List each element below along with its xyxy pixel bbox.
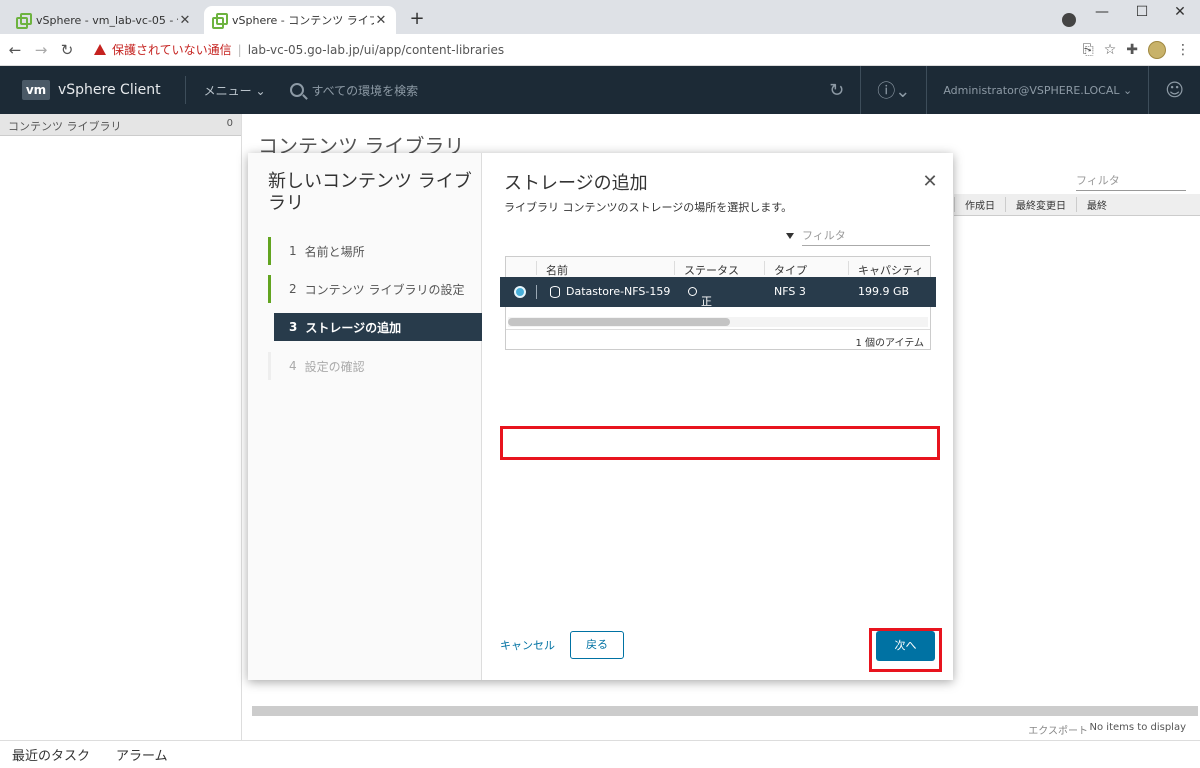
translate-icon[interactable]: ⎘ — [1083, 42, 1094, 58]
warning-icon — [94, 44, 106, 55]
browser-tab-content-libraries[interactable]: vSphere - コンテンツ ライブラリ ✕ — [204, 6, 396, 34]
column-header-status[interactable]: ステータス — [684, 262, 739, 278]
profile-download-icon[interactable] — [1062, 13, 1076, 27]
column-separator — [536, 261, 537, 275]
datastore-icon — [550, 286, 560, 298]
step-label: 名前と場所 — [304, 244, 365, 259]
menu-dropdown[interactable]: メニュー ⌄ — [204, 82, 266, 99]
step-number: 2 — [289, 282, 297, 296]
header-actions: ↻ ⓘ⌄ Administrator@VSPHERE.LOCAL ⌄ ☺ — [813, 66, 1200, 114]
refresh-icon[interactable]: ↻ — [813, 66, 860, 114]
status-ok-icon — [688, 287, 697, 296]
step-number: 4 — [289, 359, 297, 373]
next-button-highlight — [869, 628, 942, 672]
step-label: ストレージの追加 — [305, 320, 402, 335]
browser-tab-bar: vSphere - vm_lab-vc-05 - 仮想マ ✕ vSphere -… — [0, 0, 1200, 34]
search-placeholder: すべての環境を検索 — [311, 83, 419, 98]
url-divider: | — [237, 42, 242, 57]
column-separator — [848, 261, 849, 275]
column-separator — [674, 261, 675, 275]
browser-tab-title: vSphere - vm_lab-vc-05 - 仮想マ — [36, 14, 178, 27]
table-row[interactable]: Datastore-NFS-159 正常 NFS 3 199.9 GB — [500, 277, 936, 324]
vsphere-header: vm vSphere Client メニュー ⌄ すべての環境を検索 ↻ ⓘ⌄ … — [0, 66, 1200, 114]
search-icon — [289, 83, 304, 97]
filter-input[interactable]: フィルタ — [802, 227, 930, 246]
cancel-button[interactable]: キャンセル — [500, 637, 555, 653]
chevron-down-icon: ⌄ — [255, 83, 266, 98]
wizard-content: ストレージの追加 ライブラリ コンテンツのストレージの場所を選択します。 ✕ フ… — [482, 153, 953, 680]
datastore-status: 正常 — [688, 285, 712, 324]
selected-row-highlight — [500, 426, 940, 460]
datastore-filter[interactable]: フィルタ — [786, 227, 930, 246]
minimize-icon[interactable]: — — [1092, 4, 1112, 20]
filter-icon — [786, 233, 794, 239]
back-arrow-icon[interactable]: ← — [4, 41, 26, 59]
datastore-grid-header: 名前 ステータス タイプ キャパシティ — [506, 257, 930, 279]
close-icon[interactable]: ✕ — [921, 173, 939, 191]
maximize-icon[interactable]: ☐ — [1132, 4, 1152, 20]
user-menu[interactable]: Administrator@VSPHERE.LOCAL ⌄ — [926, 66, 1148, 114]
close-tab-icon[interactable]: ✕ — [374, 13, 388, 28]
datastore-name: Datastore-NFS-159 — [566, 285, 671, 298]
column-header-name[interactable]: 名前 — [546, 262, 568, 278]
vsphere-favicon-icon — [16, 13, 32, 29]
wizard-step-library-settings[interactable]: 2 コンテンツ ライブラリの設定 — [268, 275, 482, 303]
step-number: 3 — [289, 320, 298, 334]
address-bar-actions: ⎘ ☆ ✚ ⋮ — [1083, 34, 1190, 66]
app-title[interactable]: vSphere Client — [58, 82, 161, 98]
not-secure-label: 保護されていない通信 — [112, 43, 232, 57]
step-number: 1 — [289, 244, 297, 258]
new-content-library-wizard: 新しいコンテンツ ライブラリ 1 名前と場所 2 コンテンツ ライブラリの設定 … — [248, 153, 953, 680]
user-name: Administrator@VSPHERE.LOCAL — [943, 83, 1120, 97]
bookmark-star-icon[interactable]: ☆ — [1104, 42, 1117, 58]
reload-icon[interactable]: ↻ — [56, 41, 78, 59]
back-button[interactable]: 戻る — [570, 631, 624, 659]
avatar[interactable] — [1148, 41, 1166, 59]
extensions-icon[interactable]: ✚ — [1126, 42, 1138, 58]
not-secure-warning[interactable]: 保護されていない通信 — [94, 41, 232, 58]
vsphere-favicon-icon — [212, 13, 228, 29]
datastore-capacity: 199.9 GB — [858, 285, 910, 298]
global-search[interactable]: すべての環境を検索 — [289, 82, 419, 99]
help-icon[interactable]: ⓘ⌄ — [860, 66, 926, 114]
wizard-heading: ストレージの追加 — [504, 173, 648, 194]
column-header-type[interactable]: タイプ — [774, 262, 807, 278]
step-label: 設定の確認 — [304, 359, 365, 374]
wizard-subtitle: ライブラリ コンテンツのストレージの場所を選択します。 — [504, 201, 793, 214]
smiley-feedback-icon[interactable]: ☺ — [1148, 66, 1200, 114]
datastore-type: NFS 3 — [774, 285, 806, 298]
wizard-title: 新しいコンテンツ ライブラリ — [268, 171, 472, 214]
column-separator — [764, 261, 765, 275]
row-select-radio[interactable] — [514, 286, 526, 298]
column-header-capacity[interactable]: キャパシティ — [858, 262, 923, 278]
close-window-icon[interactable]: ✕ — [1170, 4, 1190, 20]
wizard-step-name-location[interactable]: 1 名前と場所 — [268, 237, 482, 265]
browser-tab-vm[interactable]: vSphere - vm_lab-vc-05 - 仮想マ ✕ — [8, 6, 200, 34]
new-tab-icon[interactable]: + — [408, 10, 426, 28]
wizard-steps-panel: 新しいコンテンツ ライブラリ 1 名前と場所 2 コンテンツ ライブラリの設定 … — [248, 153, 482, 680]
header-divider — [184, 76, 186, 104]
grid-horizontal-scrollbar[interactable] — [508, 317, 928, 327]
menu-label: メニュー — [203, 83, 252, 98]
forward-arrow-icon[interactable]: → — [30, 41, 52, 59]
address-bar: ← → ↻ 保護されていない通信 | lab-vc-05.go-lab.jp/u… — [0, 34, 1200, 66]
scrollbar-thumb[interactable] — [508, 318, 730, 326]
url-field[interactable]: lab-vc-05.go-lab.jp/ui/app/content-libra… — [248, 43, 504, 57]
vm-logo: vm — [22, 80, 50, 100]
wizard-step-review: 4 設定の確認 — [268, 352, 482, 380]
datastore-grid: 名前 ステータス タイプ キャパシティ Datastore-NFS-159 正常… — [500, 256, 936, 350]
step-label: コンテンツ ライブラリの設定 — [304, 282, 465, 297]
browser-tab-title: vSphere - コンテンツ ライブラリ — [232, 14, 374, 27]
close-tab-icon[interactable]: ✕ — [178, 13, 192, 28]
grid-footer: 1 個のアイテム — [506, 329, 930, 349]
wizard-step-add-storage[interactable]: 3 ストレージの追加 — [274, 313, 482, 341]
browser-menu-icon[interactable]: ⋮ — [1176, 42, 1190, 58]
row-divider — [536, 285, 537, 299]
